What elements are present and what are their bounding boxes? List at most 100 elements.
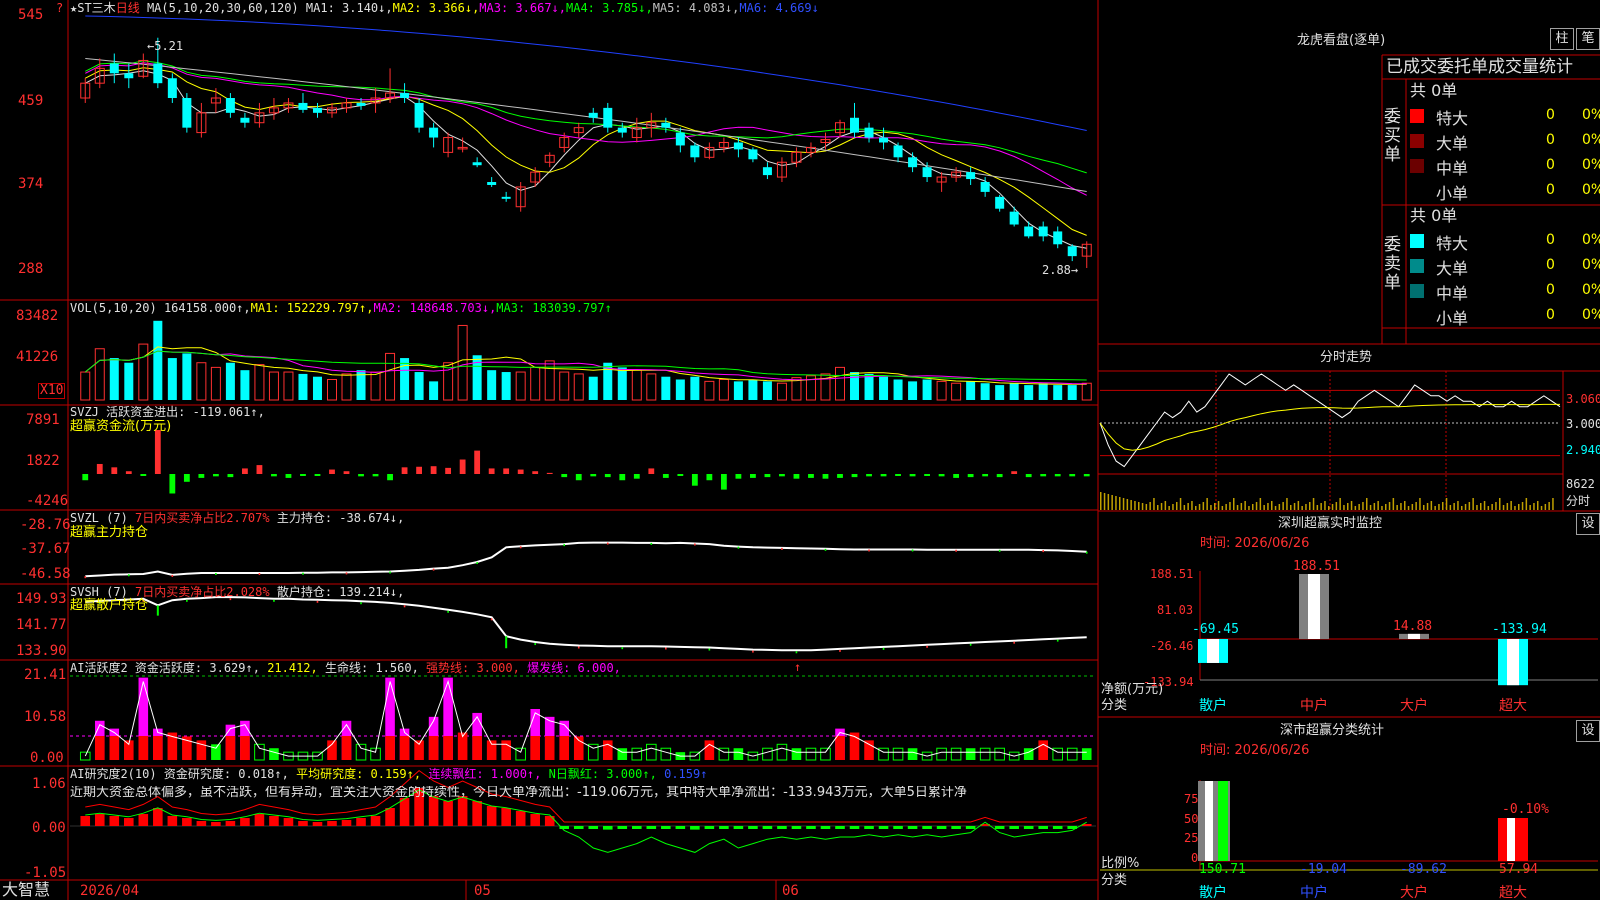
fund-flow-bar [198,474,205,478]
stats-time: 时间: 2026/06/26 [1200,743,1310,758]
vol-ma3: MA3: 183039.797↑ [496,301,612,315]
candle [675,132,685,146]
research-bar [632,826,642,829]
fund-flow-bar [1025,474,1032,478]
intraday-volume-bar [1236,505,1239,510]
svzl-label: SVZL (7) [70,511,128,525]
candle [661,122,671,128]
sell-row-count: 0 [1546,232,1555,248]
volume-bar [240,370,250,400]
research-bar [1023,826,1034,829]
monitor-category-3: 超大 [1499,698,1527,714]
buy-row-name: 小单 [1436,184,1469,203]
fund-flow-bar [256,465,263,474]
lhb-title: 龙虎看盘(逐单) [1297,33,1386,48]
volume-bar [312,376,322,400]
help-icon[interactable]: ? [56,1,63,15]
stats-value-0: 150.71 [1199,862,1246,877]
monitor-bar-hl [1507,639,1519,686]
fund-flow-bar [750,474,756,478]
ai-research-header: AI研究度2(10) 资金研究度: 0.018↑, 平均研究度: 0.159↑,… [70,767,707,781]
main-force-dot [694,543,696,546]
intraday-volume-bar [1111,495,1113,510]
date-tick-start: 2026/04 [80,883,140,899]
stats-settings-button[interactable]: 设 [1576,720,1600,742]
fund-flow-bar [909,474,916,477]
activity-bar-low [1081,748,1092,760]
vol-ma2: MA2: 148648.703↓, [373,301,497,315]
main-force-dot [171,574,174,577]
retail-dot [708,648,711,651]
main-force-dot [737,546,740,549]
tick-mode-button[interactable]: 笔 [1576,28,1600,50]
fund-flow-bar [1040,474,1047,477]
period-label[interactable]: 日线 [116,1,140,15]
fund-flow-bar [851,474,858,478]
candle [182,98,192,128]
research-bar [182,818,192,826]
svzj-tick-3: -4246 [26,493,69,509]
retail-dot [621,647,624,650]
activity-bar-low [965,748,976,760]
volume-bar [414,372,424,400]
main-header: ★ST三木日线 MA(5,10,20,30,60,120) MA1: 3.140… [70,1,819,15]
main-force-dot [476,562,478,565]
intraday-volume-bar [1130,500,1132,510]
volume-bar [995,385,1005,400]
volume-bar [646,373,657,401]
monitor-xlabel: 分类 [1101,698,1128,713]
intraday-volume-bar [1176,502,1178,510]
activity-bar-low [733,748,744,760]
fund-flow-bar [764,474,771,478]
retail-dot [186,599,188,602]
volume-bar [893,379,903,400]
intraday-volume-bar [1343,505,1345,510]
ma5-value: MA5: 4.083↓, [652,1,740,15]
activity-bar-mid [327,740,337,760]
volume-bar [661,376,671,400]
research-bar [80,816,91,826]
svsh-label: SVSH (7) [70,585,128,599]
research-bar [327,821,337,826]
research-bar [515,811,526,826]
activity-bar-base [341,736,352,760]
fund-flow-bar [314,474,321,476]
intraday-tick-2: 3.000 [1566,417,1600,431]
candle [153,63,163,84]
bar-mode-button[interactable]: 柱 [1550,28,1574,50]
candle [225,98,235,113]
intraday-volume-bar [1198,504,1201,510]
stats-value-1: -19.04 [1300,862,1347,877]
research-bar [965,826,976,829]
volume-bar [487,370,497,400]
intraday-volume-bar [1191,501,1193,510]
volume-bar [718,379,729,401]
ai-active-value: 资金活跃度: 3.629↑, [134,661,260,675]
volume-bar [109,358,119,400]
intraday-volume-bar [1544,504,1547,510]
research-bar [777,826,787,829]
candle [1053,231,1063,245]
research-bar [138,814,149,826]
fund-flow-bar [720,474,727,490]
fund-flow-bar [329,469,335,474]
vol-unit-badge[interactable]: X10 [38,383,66,399]
monitor-settings-button[interactable]: 设 [1576,513,1600,535]
retail-dot [403,605,406,608]
retail-dot [839,649,841,652]
sell-row-count: 0 [1546,257,1555,273]
research-bar [544,816,555,826]
intraday-volume-bar [1400,503,1402,510]
fund-flow-bar [590,474,597,477]
research-bar [254,814,265,826]
intraday-volume-bar [1419,498,1421,510]
buy-row-0: 特大 0 0% [1410,105,1600,128]
buy-row-pct: 0% [1582,107,1600,123]
sell-row-count: 0 [1546,307,1555,323]
price-tick-1: 545 [18,7,44,23]
sell-total: 共 0单 [1410,206,1458,225]
activity-bar-base [138,736,149,760]
buy-row-3: 小单 0 0% [1410,180,1600,203]
volume-bar [182,353,192,400]
monitor-title: 深圳超赢实时监控 [1278,516,1383,531]
